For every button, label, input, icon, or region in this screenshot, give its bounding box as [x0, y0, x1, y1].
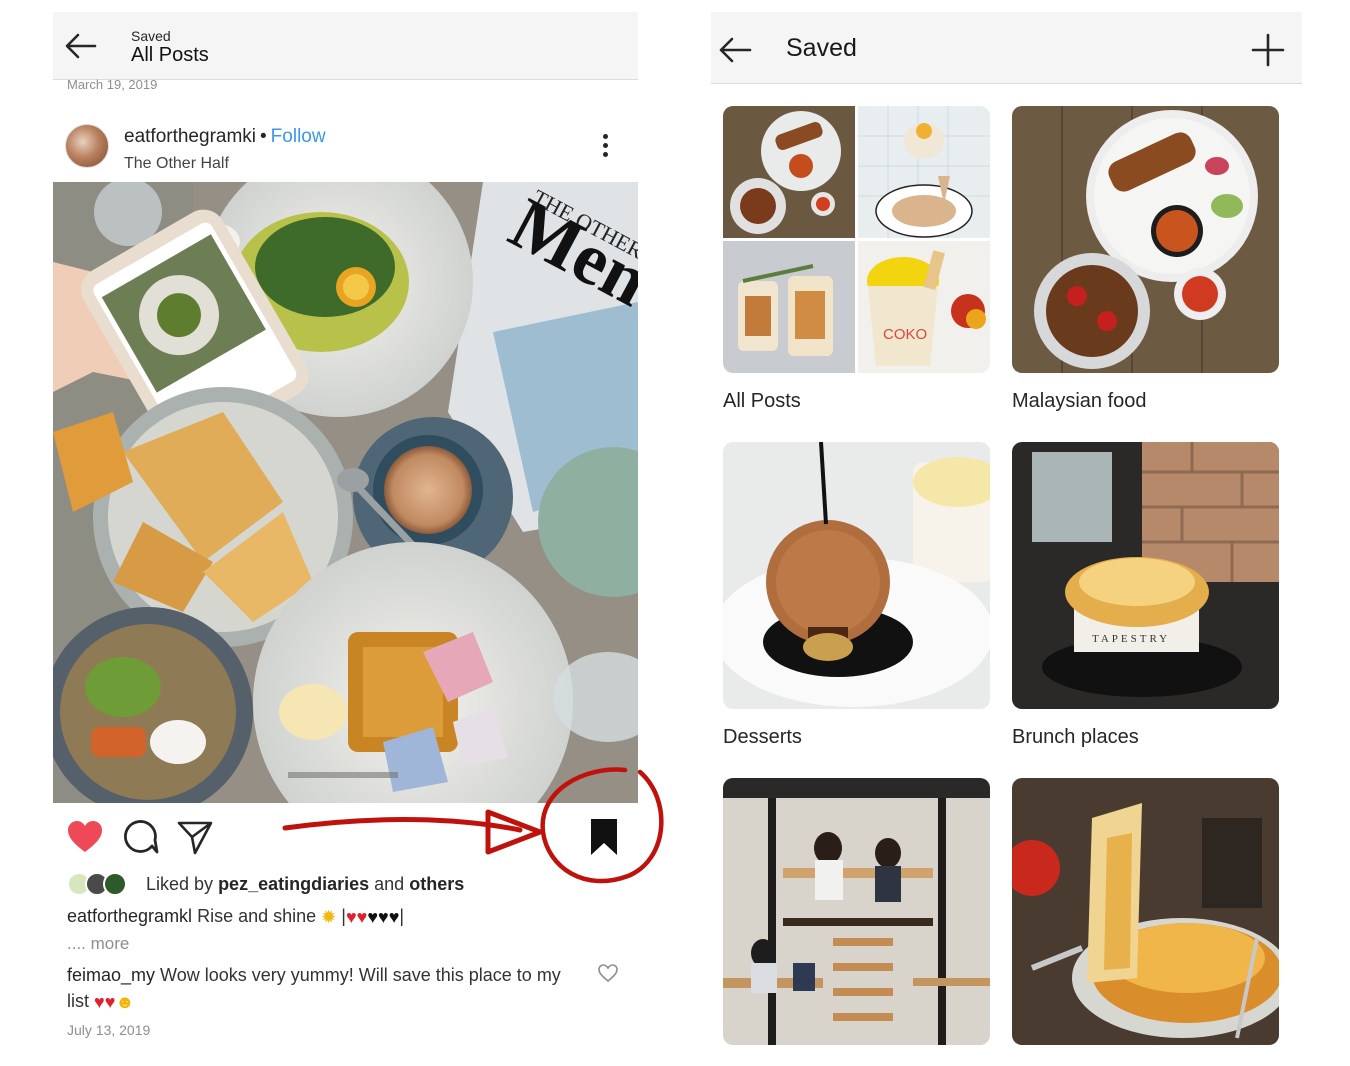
- cover-thumb-dessert-plate: [858, 106, 990, 238]
- cover-thumb-coko-cup: COKO: [858, 241, 990, 373]
- collection-cover: [723, 778, 990, 1045]
- red-heart-emoji-icon: ♥: [94, 992, 105, 1012]
- post-date: July 13, 2019: [67, 1022, 151, 1038]
- header-subtitle: Saved: [131, 28, 171, 44]
- more-vertical-icon[interactable]: [591, 130, 619, 164]
- red-heart-emoji-icon: ♥: [104, 992, 116, 1012]
- black-heart-emoji-icon: ♥: [388, 907, 400, 927]
- comment-username[interactable]: feimao_my: [67, 965, 155, 985]
- post-photo[interactable]: THE OTHER Menu: [53, 182, 638, 803]
- small-heart-icon[interactable]: [597, 962, 619, 984]
- caption-username[interactable]: eatforthegramkl: [67, 906, 192, 926]
- liker-avatar: [103, 872, 127, 896]
- post-detail-screen: Saved All Posts March 19, 2019 eatforthe…: [53, 12, 638, 1058]
- caption-more-link[interactable]: .... more: [67, 934, 129, 954]
- collection-name: Brunch places: [1012, 726, 1139, 748]
- post-header-bar: Saved All Posts: [53, 12, 638, 80]
- saved-title: Saved: [786, 34, 857, 62]
- saved-collections-screen: Saved COKO All Posts Malaysian food Dess…: [711, 12, 1302, 1058]
- share-icon[interactable]: [175, 817, 215, 857]
- liked-by-others[interactable]: others: [409, 874, 464, 894]
- comment-icon[interactable]: [121, 817, 161, 857]
- back-arrow-icon[interactable]: [61, 26, 101, 66]
- plus-icon[interactable]: [1250, 32, 1286, 68]
- sun-emoji-icon: ✹: [321, 907, 337, 927]
- red-heart-emoji-icon: ♥: [356, 907, 368, 927]
- avatar[interactable]: [65, 124, 109, 168]
- caption-text: Rise and shine: [197, 906, 317, 926]
- collection-cover: [1012, 778, 1279, 1045]
- red-heart-emoji-icon: ♥: [345, 907, 357, 927]
- cover-thumb-satay: [723, 106, 855, 238]
- post-caption: eatforthegramkl Rise and shine ✹ |♥♥♥♥♥|: [67, 906, 404, 927]
- liked-by-and: and: [374, 874, 405, 894]
- collection-name: Desserts: [723, 726, 802, 748]
- comment-item: feimao_my Wow looks very yummy! Will sav…: [67, 962, 587, 1014]
- liked-by-text: Liked by pez_eatingdiaries and others: [146, 874, 464, 895]
- caption-bar: |: [399, 906, 405, 926]
- saved-header-bar: Saved: [711, 12, 1302, 84]
- heart-icon[interactable]: [65, 817, 105, 857]
- liked-by-user[interactable]: pez_eatingdiaries: [218, 874, 369, 894]
- collection-cover: [1012, 106, 1279, 373]
- black-heart-emoji-icon: ♥: [367, 907, 379, 927]
- collection-name: Malaysian food: [1012, 390, 1147, 412]
- back-arrow-icon[interactable]: [715, 30, 755, 70]
- tapestry-label-text: TAPESTRY: [1092, 633, 1170, 645]
- header-title: All Posts: [131, 44, 209, 66]
- collection-name: All Posts: [723, 390, 801, 412]
- collection-cover: [723, 442, 990, 709]
- cover-thumb-sandwich: [723, 241, 855, 373]
- grinning-face-emoji-icon: ☻: [115, 992, 135, 1012]
- previous-post-date: March 19, 2019: [67, 77, 158, 92]
- black-heart-emoji-icon: ♥: [378, 907, 389, 927]
- bookmark-icon[interactable]: [583, 815, 625, 859]
- coko-label-text: COKO: [883, 326, 927, 343]
- separator-dot: •: [260, 126, 267, 147]
- author-username[interactable]: eatforthegramki: [124, 126, 256, 147]
- collection-cover: COKO: [723, 106, 990, 373]
- post-location[interactable]: The Other Half: [124, 155, 229, 173]
- collection-cover: TAPESTRY: [1012, 442, 1279, 709]
- follow-button[interactable]: Follow: [271, 126, 326, 147]
- liked-by-prefix: Liked by: [146, 874, 214, 894]
- post-author: eatforthegramki • Follow: [124, 126, 326, 148]
- post-actions: [53, 812, 638, 862]
